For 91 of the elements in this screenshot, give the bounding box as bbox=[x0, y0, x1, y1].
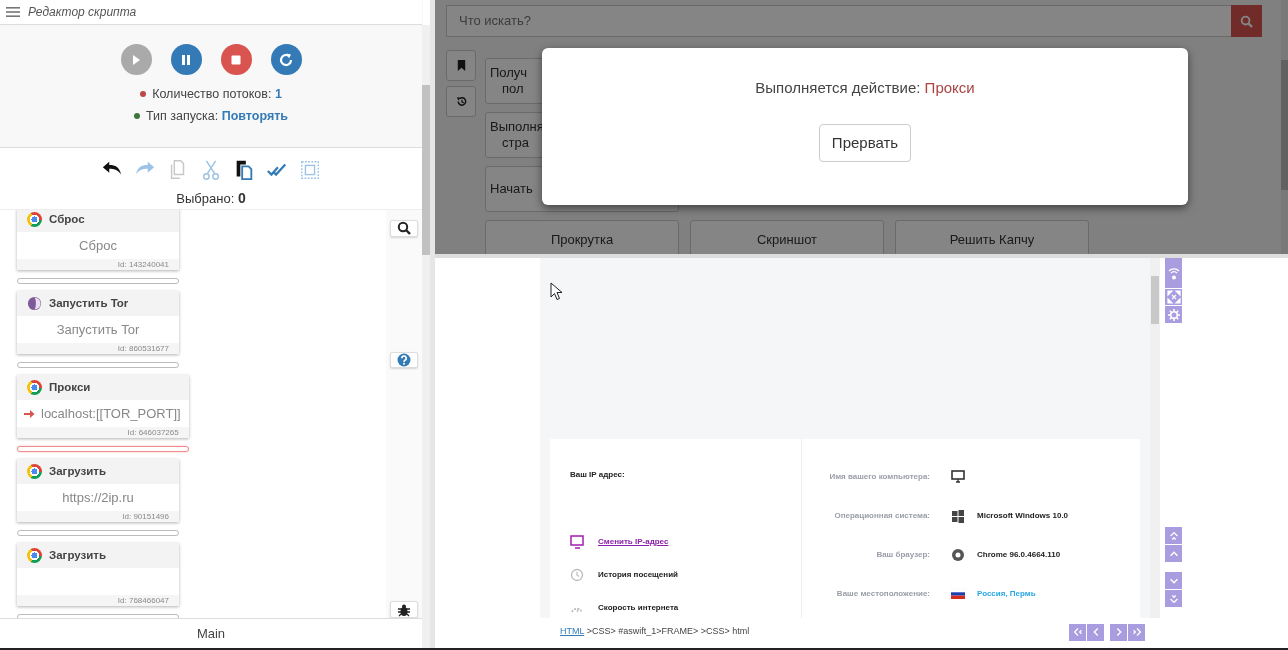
bookmark-button[interactable] bbox=[446, 50, 476, 81]
action-title: Загрузить bbox=[49, 463, 106, 479]
status-text: Количество потоков: 1 bbox=[152, 86, 282, 103]
stop-button[interactable] bbox=[220, 44, 252, 75]
last-button[interactable] bbox=[1128, 623, 1145, 641]
action-button[interactable]: Прокрутка bbox=[485, 220, 679, 254]
search-field[interactable]: Что искать? bbox=[446, 5, 1231, 37]
abort-button[interactable]: Прервать bbox=[818, 123, 912, 162]
info-value: Chrome 96.0.4664.110 bbox=[977, 549, 1061, 561]
fullscreen-button[interactable] bbox=[1165, 289, 1182, 305]
info-label: Операционная система: bbox=[833, 510, 930, 522]
help-button[interactable] bbox=[390, 351, 418, 369]
scroll-bottom-button[interactable] bbox=[1165, 590, 1182, 607]
clock-icon bbox=[570, 568, 584, 582]
action-id: Id: 646037265 bbox=[17, 427, 189, 438]
info-label: Имя вашего компьютера: bbox=[828, 471, 930, 483]
cursor-icon bbox=[550, 282, 563, 301]
status-text: Тип запуска: Повторять bbox=[145, 108, 289, 125]
flag-icon bbox=[951, 587, 965, 601]
onion-icon bbox=[27, 296, 42, 311]
action-button[interactable]: Скриншот bbox=[690, 220, 884, 254]
monitor-icon bbox=[951, 470, 965, 484]
action-card[interactable]: Запустить Tor Запустить Tor Id: 860531677 bbox=[17, 291, 179, 354]
action-title: Сброс bbox=[49, 211, 85, 227]
chrome-icon bbox=[27, 548, 42, 563]
action-id: Id: 768466047 bbox=[17, 595, 179, 606]
windows-icon bbox=[951, 509, 965, 523]
help-icon bbox=[397, 353, 411, 367]
action-title: Загрузить bbox=[49, 547, 106, 563]
action-value: Сброс bbox=[79, 236, 117, 255]
wifi-icon bbox=[1166, 265, 1181, 281]
scroll-top-button[interactable] bbox=[1165, 527, 1182, 544]
scrollbar[interactable] bbox=[1281, 0, 1288, 254]
modal-message: Выполняется действие: Прокси bbox=[755, 78, 975, 98]
expand-icon bbox=[1166, 290, 1181, 304]
action-value: Запустить Tor bbox=[56, 320, 140, 339]
change-ip-link[interactable]: Сменить IP-адрес bbox=[598, 536, 669, 548]
scroll-down-button[interactable] bbox=[1165, 572, 1182, 589]
info-label: Ваш браузер: bbox=[875, 549, 930, 561]
double-right-icon bbox=[1130, 626, 1143, 638]
chrome-icon bbox=[27, 464, 42, 479]
search-icon bbox=[397, 221, 411, 236]
monitor-icon bbox=[570, 535, 584, 549]
scroll-up-button[interactable] bbox=[1165, 545, 1182, 562]
action-id: Id: 90151496 bbox=[17, 511, 179, 522]
menu-link[interactable]: Скорость интернета bbox=[598, 602, 679, 614]
action-card[interactable]: Загрузить https://2ip.ru Id: 90151496 bbox=[17, 459, 179, 522]
double-left-icon bbox=[1071, 626, 1084, 638]
double-up-icon bbox=[1167, 529, 1180, 542]
pause-button[interactable] bbox=[170, 44, 202, 75]
element-path: HTML >CSS> #aswift_1>FRAME> >CSS> html bbox=[560, 625, 750, 639]
path-link[interactable]: HTML bbox=[560, 626, 585, 637]
menu-icon bbox=[6, 6, 20, 18]
script-tab[interactable]: Main bbox=[0, 618, 422, 648]
chrome-icon bbox=[27, 380, 42, 395]
arrow-icon bbox=[23, 407, 35, 420]
settings-button[interactable] bbox=[1165, 306, 1182, 323]
dotted-square-icon bbox=[299, 159, 321, 181]
first-button[interactable] bbox=[1069, 623, 1086, 641]
selection-count: Выбрано: 0 bbox=[176, 189, 246, 208]
action-button[interactable]: Решить Капчу bbox=[895, 220, 1089, 254]
next-button[interactable] bbox=[1110, 623, 1127, 641]
scrollbar[interactable] bbox=[422, 25, 430, 648]
action-title: Прокси bbox=[49, 379, 91, 395]
restart-button[interactable] bbox=[270, 44, 302, 75]
chrome-icon bbox=[27, 212, 42, 227]
scrollbar[interactable] bbox=[1150, 258, 1160, 618]
action-value: localhost:[[TOR_PORT]] bbox=[41, 404, 181, 423]
gear-icon bbox=[1166, 307, 1181, 322]
search-button[interactable] bbox=[390, 220, 418, 237]
bug-icon bbox=[397, 602, 411, 617]
info-label: Ваше местоположение: bbox=[835, 588, 930, 600]
action-value: https://2ip.ru bbox=[62, 488, 134, 507]
ip-label: Ваш IP адрес: bbox=[570, 469, 626, 481]
history-button[interactable] bbox=[446, 86, 476, 117]
scissors-icon bbox=[200, 159, 222, 181]
action-id: Id: 860531677 bbox=[17, 343, 179, 354]
action-card[interactable]: Загрузить Id: 768466047 bbox=[17, 543, 179, 606]
wifi-button[interactable] bbox=[1165, 258, 1182, 288]
action-card[interactable]: Сброс Сброс Id: 143240041 bbox=[17, 210, 179, 270]
action-card[interactable]: Прокси localhost:[[TOR_PORT]] Id: 646037265 bbox=[17, 375, 189, 438]
info-value: Microsoft Windows 10.0 bbox=[977, 510, 1069, 522]
debug-button[interactable] bbox=[390, 601, 418, 618]
double-down-icon bbox=[1167, 592, 1180, 605]
history-icon bbox=[454, 95, 468, 108]
action-id: Id: 143240041 bbox=[17, 259, 179, 270]
search-icon bbox=[1240, 14, 1253, 28]
previous-button[interactable] bbox=[1087, 623, 1104, 641]
menu-link[interactable]: История посещений bbox=[598, 569, 678, 581]
panel-title: Редактор скрипта bbox=[28, 4, 137, 21]
action-title: Запустить Tor bbox=[49, 295, 129, 311]
